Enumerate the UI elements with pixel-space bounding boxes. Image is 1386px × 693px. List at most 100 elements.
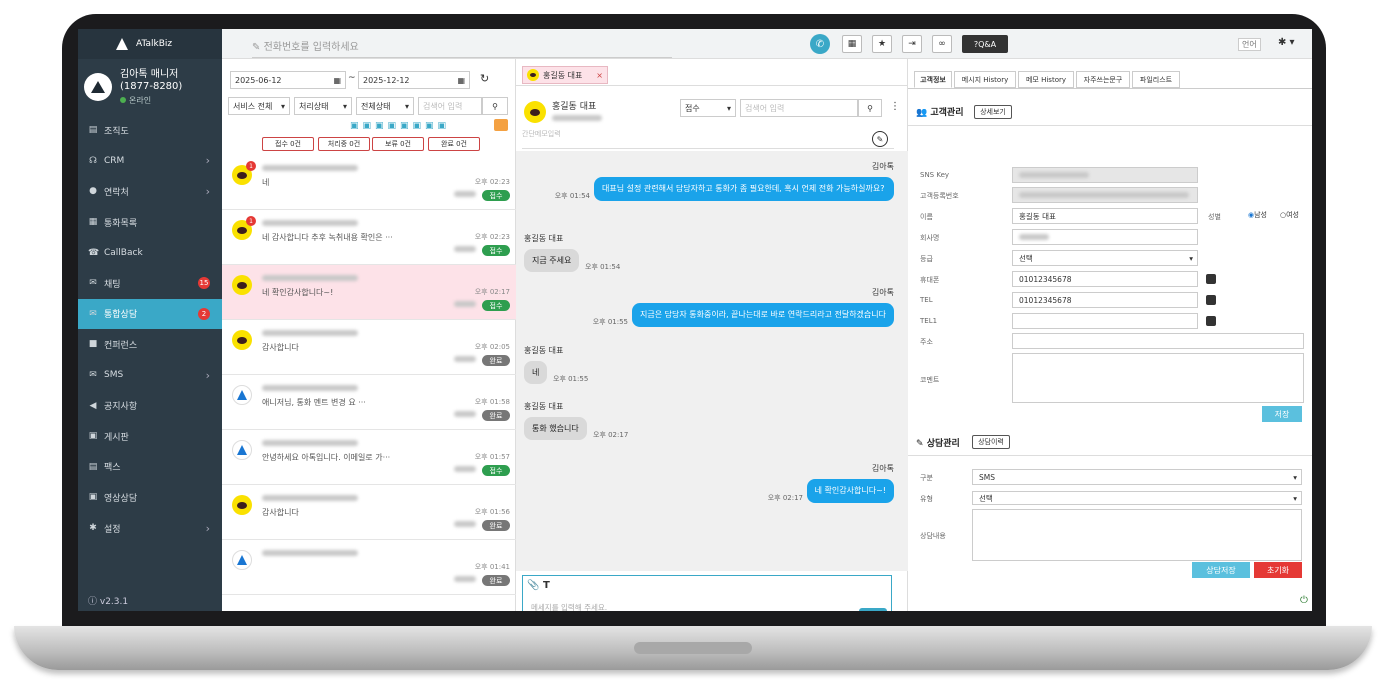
process-status-select[interactable]: 처리상태 ▾ <box>294 97 352 115</box>
transfer-button[interactable]: ⇥ <box>902 35 922 53</box>
app-name: ATalkBiz <box>136 39 173 49</box>
sidebar-item-conference[interactable]: ■ 컨퍼런스 <box>78 329 222 360</box>
sidebar-item-videoconsult[interactable]: ▣ 영상상담 <box>78 482 222 513</box>
list-item[interactable]: 네 확인감사합니다~! 오후 02:17 접수 <box>222 265 516 320</box>
favorite-button[interactable]: ★ <box>872 35 892 53</box>
call-button[interactable]: ✆ <box>810 34 830 54</box>
consult-history-button[interactable]: 상담이력 <box>972 435 1010 449</box>
avatar <box>84 73 112 101</box>
chat-search-button[interactable]: ⚲ <box>858 99 882 117</box>
grade-select[interactable]: 선택 ▾ <box>1012 250 1198 266</box>
tab-phrases[interactable]: 자주쓰는문구 <box>1076 71 1130 88</box>
list-item[interactable]: 안녕하세요 아톡입니다. 이메일로 가··· 오후 01:57 접수 <box>222 430 516 485</box>
power-icon[interactable]: ⏻ <box>1300 595 1308 606</box>
name-field[interactable]: 홍길동 대표 <box>1012 208 1198 224</box>
memo-icon[interactable] <box>494 119 508 131</box>
date-from-input[interactable]: 2025-06-12 ▦ <box>230 71 346 89</box>
consult-save-button[interactable]: 상담저장 <box>1192 562 1250 578</box>
count-processing[interactable]: 처리중 0건 <box>318 137 370 151</box>
search-icon: ⚲ <box>492 101 498 111</box>
consult-content-field[interactable] <box>972 509 1302 561</box>
detail-button[interactable]: 상세보기 <box>974 105 1012 119</box>
chat-search-input[interactable]: 검색어 입력 <box>740 99 858 117</box>
phone-call-icon[interactable] <box>1206 316 1216 326</box>
message-input-box[interactable]: 📎 T 메세지를 입력해 주세요. ➤ <box>522 575 892 611</box>
memo-input[interactable]: 간단메모입력 <box>522 129 894 149</box>
message-input[interactable]: 메세지를 입력해 주세요. <box>531 602 607 611</box>
save-button[interactable]: 저장 <box>1262 406 1302 422</box>
tel-field[interactable]: 01012345678 <box>1012 292 1198 308</box>
label-sns-key: SNS Key <box>920 171 950 179</box>
sidebar-item-board[interactable]: ▣ 게시판 <box>78 421 222 452</box>
sidebar-item-contacts[interactable]: ● 연락처 › <box>78 176 222 207</box>
sidebar-item-notice[interactable]: ◀ 공지사항 <box>78 390 222 421</box>
sidebar: ATalkBiz 김아톡 매니저 (1877-8280) 온라인 ▤ 조직도 ☊ C… <box>78 29 222 611</box>
chat-status-select[interactable]: 접수 ▾ <box>680 99 736 117</box>
chat-tab[interactable]: 홍길동 대표 × <box>522 66 608 84</box>
more-vertical-icon[interactable]: ⋮ <box>890 101 900 112</box>
sidebar-item-settings[interactable]: ✱ 설정 › <box>78 513 222 544</box>
list-search-input[interactable]: 검색어 입력 <box>418 97 482 115</box>
qa-button[interactable]: ? Q&A <box>962 35 1008 53</box>
sidebar-item-fax[interactable]: ▤ 팩스 <box>78 452 222 483</box>
phone-call-icon[interactable] <box>1206 295 1216 305</box>
count-received[interactable]: 접수 0건 <box>262 137 314 151</box>
attach-icon[interactable]: 📎 <box>527 580 539 591</box>
comment-field[interactable] <box>1012 353 1304 403</box>
logo-icon <box>116 38 128 50</box>
language-select[interactable]: 언어 <box>1238 38 1261 51</box>
date-to-input[interactable]: 2025-12-12 ▦ <box>358 71 470 89</box>
list-item[interactable]: 오후 01:41 완료 <box>222 540 516 595</box>
sidebar-item-consult[interactable]: ✉ 통합상담 2 <box>78 298 222 330</box>
settings-gear-icon[interactable]: ✱ ▾ <box>1278 37 1295 48</box>
mobile-field[interactable]: 01012345678 <box>1012 271 1198 287</box>
consult-kind-select[interactable]: 선택 ▾ <box>972 491 1302 505</box>
list-item[interactable]: 1 네 오후 02:23 접수 <box>222 155 516 210</box>
atalk-icon <box>232 550 252 570</box>
company-field[interactable] <box>1012 229 1198 245</box>
sidebar-item-callback[interactable]: ☎ CallBack <box>78 237 222 268</box>
phone-call-icon[interactable] <box>1206 274 1216 284</box>
phone-number-input[interactable]: ✎ 전화번호를 입력하세요 <box>252 38 672 58</box>
sidebar-item-calllog[interactable]: ▦ 통화목록 <box>78 207 222 238</box>
reg-no-field <box>1012 187 1198 203</box>
list-item[interactable]: 애니저님, 통화 멘트 변경 요 ··· 오후 01:58 완료 <box>222 375 516 430</box>
gender-radio-male[interactable]: ◉남성 <box>1248 210 1267 220</box>
label-reg-no: 고객등록번호 <box>920 192 959 200</box>
sidebar-item-crm[interactable]: ☊ CRM › <box>78 146 222 177</box>
customer-info-pane: 고객정보 메시지 History 메모 History 자주쓰는문구 파일리스트… <box>908 59 1312 611</box>
refresh-icon[interactable]: ↻ <box>480 72 489 85</box>
list-item[interactable]: 감사합니다 오후 02:05 완료 <box>222 320 516 375</box>
channel-icons[interactable]: ▣▣▣▣▣▣▣▣ <box>350 121 450 131</box>
app-logo[interactable]: ATalkBiz <box>78 29 222 59</box>
tab-file-list[interactable]: 파일리스트 <box>1132 71 1180 88</box>
link-button[interactable]: ∞ <box>932 35 952 53</box>
send-button[interactable]: ➤ <box>859 608 887 611</box>
service-select[interactable]: 서비스 전체 ▾ <box>228 97 290 115</box>
text-format-icon[interactable]: T <box>543 580 550 591</box>
count-hold[interactable]: 보류 0건 <box>372 137 424 151</box>
label-consult-type: 구분 <box>920 474 933 482</box>
tab-message-history[interactable]: 메시지 History <box>954 71 1016 88</box>
list-item-time: 오후 01:57 <box>474 453 510 461</box>
sidebar-item-org[interactable]: ▤ 조직도 <box>78 115 222 146</box>
tel1-field[interactable] <box>1012 313 1198 329</box>
list-item[interactable]: 1 네 감사합니다 추후 녹취내용 확인은 ··· 오후 02:23 접수 <box>222 210 516 265</box>
list-item[interactable]: 감사합니다 오후 01:56 완료 <box>222 485 516 540</box>
sidebar-item-sms[interactable]: ✉ SMS › <box>78 360 222 391</box>
consult-type-select[interactable]: SMS ▾ <box>972 469 1302 485</box>
all-status-select[interactable]: 전체상태 ▾ <box>356 97 414 115</box>
tab-memo-history[interactable]: 메모 History <box>1018 71 1074 88</box>
tab-customer-info[interactable]: 고객정보 <box>914 71 952 88</box>
gender-radio-female[interactable]: ○여성 <box>1280 210 1299 220</box>
user-profile[interactable]: 김아톡 매니저 (1877-8280) 온라인 <box>78 59 222 115</box>
sidebar-item-chat[interactable]: ✉ 채팅 15 <box>78 268 222 299</box>
count-done[interactable]: 완료 0건 <box>428 137 480 151</box>
edit-memo-icon[interactable]: ✎ <box>872 131 888 147</box>
address-field[interactable] <box>1012 333 1304 349</box>
transfer-icon: ⇥ <box>908 39 916 49</box>
consult-section-title: ✎ 상담관리 <box>916 439 960 449</box>
reset-button[interactable]: 초기화 <box>1254 562 1302 578</box>
list-search-button[interactable]: ⚲ <box>482 97 508 115</box>
keypad-button[interactable]: ▦ <box>842 35 862 53</box>
